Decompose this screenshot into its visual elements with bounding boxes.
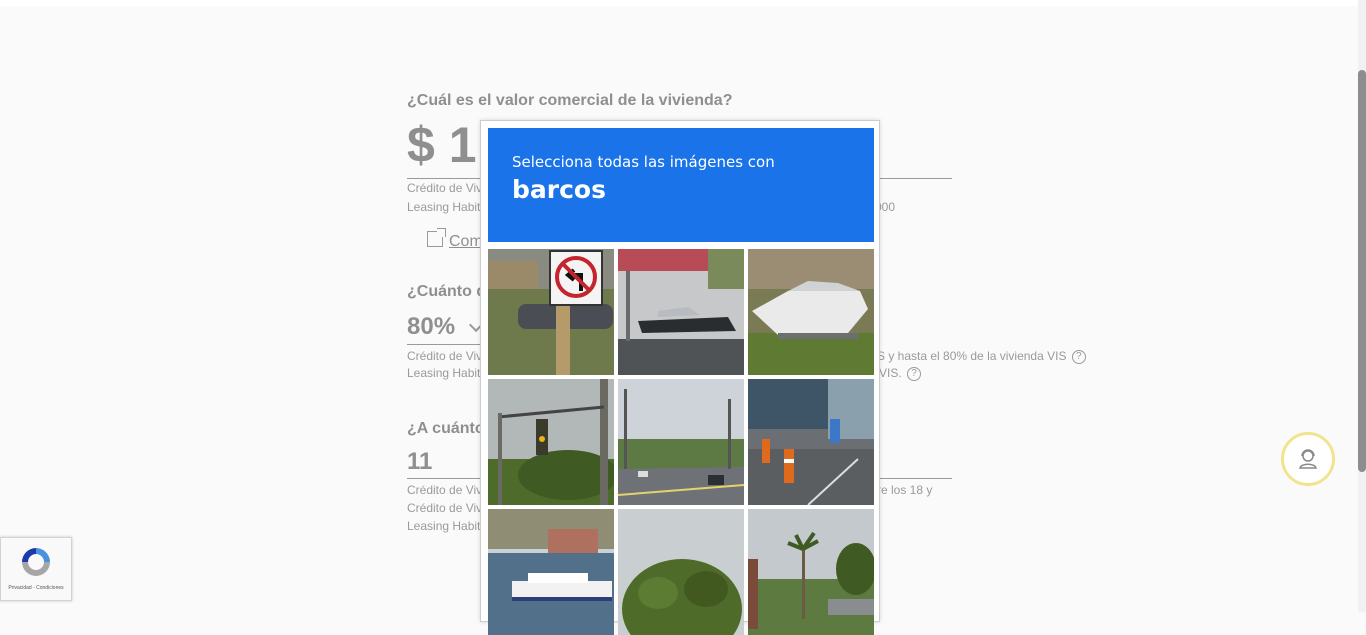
financing-note-leasing-tail-text: VIS.	[879, 366, 902, 380]
term-years-input[interactable]: 11	[407, 448, 432, 476]
recaptcha-badge[interactable]: Privacidad - Condiciones	[0, 537, 72, 601]
captcha-tile-7[interactable]	[488, 509, 614, 635]
external-link-icon	[427, 228, 446, 247]
captcha-tile-8[interactable]	[618, 509, 744, 635]
financing-percent-underline	[407, 344, 487, 345]
scrollbar-track[interactable]	[1358, 0, 1366, 612]
question-financing-percent: ¿Cuánto d	[407, 283, 487, 300]
scrollbar-thumb[interactable]	[1358, 70, 1366, 472]
home-value-note-leasing: Leasing Habit	[407, 200, 481, 214]
captcha-tile-9[interactable]	[748, 509, 874, 635]
ferry-harbor-image	[488, 509, 614, 635]
term-note-credit-1: Crédito de Viv	[407, 483, 483, 497]
captcha-tile-1[interactable]	[488, 249, 614, 375]
home-value-note-credit: Crédito de Viv	[407, 181, 483, 195]
captcha-instruction: Selecciona todas las imágenes con	[512, 153, 775, 171]
help-icon[interactable]: ?	[1071, 349, 1086, 364]
home-value-input[interactable]: $ 1	[407, 116, 477, 174]
traffic-light-image	[488, 379, 614, 505]
term-note-credit-2: Crédito de Viv	[407, 501, 483, 515]
captcha-tile-6[interactable]	[748, 379, 874, 505]
boat-on-grass-image	[748, 249, 874, 375]
no-left-turn-sign-image	[488, 249, 614, 375]
calculator-link[interactable]: Com	[427, 228, 483, 251]
captcha-tile-5[interactable]	[618, 379, 744, 505]
support-button[interactable]	[1281, 432, 1335, 486]
captcha-challenge: Selecciona todas las imágenes con barcos	[480, 120, 880, 635]
captcha-tile-4[interactable]	[488, 379, 614, 505]
recaptcha-links[interactable]: Privacidad - Condiciones	[1, 585, 71, 591]
captcha-tile-3[interactable]	[748, 249, 874, 375]
tree-image	[618, 509, 744, 635]
captcha-target: barcos	[512, 175, 606, 204]
calculator-link-label: Com	[449, 233, 483, 250]
term-note-credit-1-tail: re los 18 y	[877, 483, 933, 497]
question-term: ¿A cuánto	[407, 420, 485, 437]
financing-note-leasing: Leasing Habit	[407, 366, 481, 380]
palm-street-image	[748, 509, 874, 635]
term-note-leasing: Leasing Habit	[407, 519, 481, 533]
street-construction-image	[748, 379, 874, 505]
captcha-tile-2[interactable]	[618, 249, 744, 375]
financing-note-credit-tail: S y hasta el 80% de la vivienda VIS ?	[877, 349, 1086, 364]
financing-note-credit-tail-text: S y hasta el 80% de la vivienda VIS	[877, 349, 1067, 363]
top-bar	[0, 0, 1358, 6]
boat-on-trailer-image	[618, 249, 744, 375]
captcha-header: Selecciona todas las imágenes con barcos	[488, 128, 874, 242]
financing-percent-select[interactable]: 80%	[407, 313, 455, 341]
financing-note-leasing-tail: VIS. ?	[879, 366, 922, 381]
financing-note-credit: Crédito de Viv	[407, 349, 483, 363]
support-agent-icon	[1299, 449, 1317, 469]
question-home-value: ¿Cuál es el valor comercial de la vivien…	[407, 92, 733, 109]
help-icon[interactable]: ?	[907, 366, 922, 381]
road-image	[618, 379, 744, 505]
recaptcha-icon	[22, 548, 50, 576]
